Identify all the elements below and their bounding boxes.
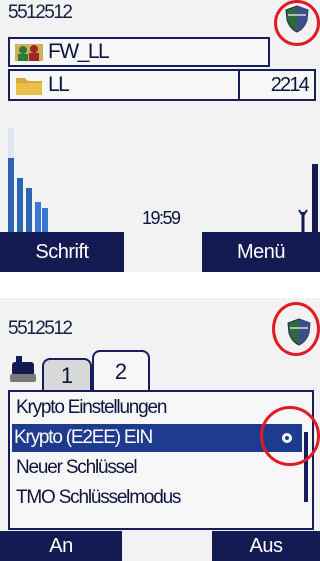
folder-label: LL bbox=[48, 73, 70, 96]
menu-item-label: TMO Schlüsselmodus bbox=[16, 487, 181, 508]
talkgroup-label: FW_LL bbox=[48, 40, 110, 63]
tab-2-label: 2 bbox=[114, 359, 128, 384]
menu-item[interactable]: TMO Schlüsselmodus bbox=[14, 484, 181, 512]
battery-level-icon bbox=[8, 128, 48, 232]
folder-row[interactable]: LL 2214 bbox=[8, 69, 316, 101]
menu-item-label: Neuer Schlüssel bbox=[16, 457, 138, 478]
row-divider bbox=[238, 71, 240, 99]
folder-icon bbox=[16, 78, 42, 95]
device-id: 5512512 bbox=[8, 318, 73, 339]
tab-2[interactable]: 2 bbox=[92, 350, 150, 392]
radio-device-icon bbox=[10, 356, 36, 382]
menu-item[interactable]: Krypto Einstellungen bbox=[14, 394, 167, 422]
tab-1[interactable]: 1 bbox=[42, 358, 92, 392]
softkey-left-button[interactable]: An bbox=[0, 531, 122, 561]
folder-number: 2214 bbox=[270, 73, 310, 96]
softkey-gap bbox=[122, 531, 212, 561]
highlight-circle bbox=[272, 302, 320, 356]
device-id: 5512512 bbox=[8, 2, 73, 23]
menu-item-label: Krypto (E2EE) EIN bbox=[14, 427, 153, 448]
highlight-circle bbox=[260, 406, 320, 466]
group-talk-icon bbox=[15, 44, 43, 61]
softkey-right-button[interactable]: Aus bbox=[212, 531, 320, 561]
softkey-bar: Schrift Menü bbox=[0, 232, 320, 272]
softkey-right-button[interactable]: Menü bbox=[202, 232, 320, 272]
menu-item-label: Krypto Einstellungen bbox=[16, 397, 167, 418]
menu-list: Krypto Einstellungen Krypto (E2EE) EIN N… bbox=[8, 390, 314, 530]
talkgroup-row[interactable]: FW_LL bbox=[8, 37, 270, 67]
highlight-circle bbox=[274, 0, 320, 46]
softkey-bar: An Aus bbox=[0, 531, 320, 561]
menu-item[interactable]: Neuer Schlüssel bbox=[14, 454, 138, 482]
softkey-gap bbox=[124, 232, 202, 272]
menu-item-selected[interactable]: Krypto (E2EE) EIN bbox=[12, 424, 302, 452]
antenna-signal-icon bbox=[298, 164, 318, 232]
krypto-menu-screen: 5512512 1 2 Krypto Einstellungen Krypto … bbox=[0, 298, 320, 561]
clock: 19:59 bbox=[142, 208, 181, 228]
tab-1-label: 1 bbox=[60, 363, 74, 388]
softkey-left-button[interactable]: Schrift bbox=[0, 232, 124, 272]
standby-screen: 5512512 FW_LL LL 2214 19:59 Schrift Menü bbox=[0, 0, 320, 272]
